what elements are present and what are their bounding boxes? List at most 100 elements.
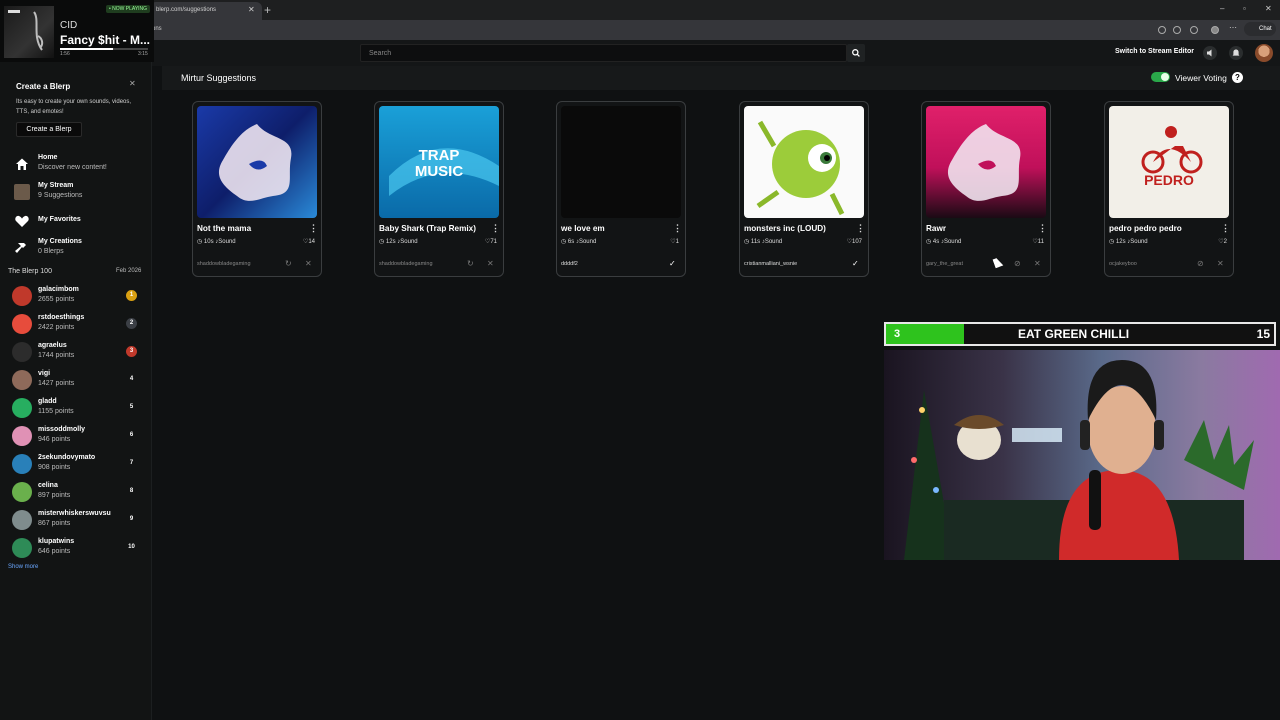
- close-tab-icon[interactable]: ✕: [248, 5, 255, 14]
- nav-title: My Stream: [38, 182, 74, 189]
- card-artwork[interactable]: [744, 106, 864, 218]
- more-options-icon[interactable]: ⋮: [673, 223, 682, 234]
- user-avatar[interactable]: [1255, 44, 1273, 62]
- clock-icon: ◷: [926, 239, 932, 245]
- help-icon[interactable]: ?: [1232, 72, 1243, 83]
- nav-item-my-creations[interactable]: My Creations 0 Blerps: [12, 238, 142, 262]
- suggestion-card[interactable]: Rawr ⋮ ◷ 4s ♪Sound ♡11 gary_the_great ⊘ ✕: [921, 101, 1051, 277]
- reject-icon[interactable]: ✕: [487, 259, 494, 268]
- browser-tab[interactable]: blerp.com/suggestions: [150, 2, 262, 20]
- goal-count: 3: [894, 328, 901, 340]
- card-likes: ♡14: [303, 238, 315, 245]
- goal-label: EAT GREEN CHILLI: [1018, 327, 1130, 341]
- create-panel-title: Create a Blerp: [16, 82, 71, 91]
- search-button[interactable]: [847, 44, 865, 62]
- nav-item-my-favorites[interactable]: My Favorites: [12, 211, 142, 235]
- leaderboard-points: 1427 points: [38, 380, 75, 387]
- leaderboard-row[interactable]: klupatwins 646 points 10: [10, 536, 140, 560]
- like-count: 107: [851, 239, 862, 245]
- card-likes: ♡11: [1032, 238, 1044, 245]
- more-options-icon[interactable]: ⋮: [1221, 223, 1230, 234]
- suggestion-card[interactable]: PEDRO pedro pedro pedro ⋮ ◷ 12s ♪Sound ♡2 ocj…: [1104, 101, 1234, 277]
- leaderboard-row[interactable]: 2sekundovymato 908 points 7: [10, 452, 140, 476]
- retry-icon[interactable]: ↻: [285, 259, 292, 268]
- menu-dots-icon[interactable]: ⋯: [1229, 23, 1237, 32]
- new-tab-icon[interactable]: +: [264, 3, 271, 17]
- address-bar[interactable]: ons ⋯: [0, 20, 1280, 40]
- reject-icon[interactable]: ✕: [1034, 259, 1041, 268]
- leaderboard-name: gladd: [38, 398, 57, 405]
- translate-icon[interactable]: [1158, 26, 1166, 34]
- avatar: [12, 482, 32, 502]
- avatar: [12, 510, 32, 530]
- card-artwork[interactable]: [561, 106, 681, 218]
- leaderboard-name: misterwhiskerswuvsu: [38, 510, 111, 517]
- nav-item-my-stream[interactable]: My Stream 9 Suggestions: [12, 182, 142, 206]
- volume-icon[interactable]: [1203, 46, 1217, 60]
- suggestion-card[interactable]: we love em ⋮ ◷ 6s ♪Sound ♡1 ddddf2 ✓: [556, 101, 686, 277]
- card-meta: ◷ 10s ♪Sound: [197, 238, 236, 245]
- card-suggester: cristianmalliani_wsnie: [744, 261, 798, 267]
- more-options-icon[interactable]: ⋮: [491, 223, 500, 234]
- reject-icon[interactable]: ✕: [305, 259, 312, 268]
- nav-title: My Creations: [38, 238, 82, 245]
- like-count: 14: [308, 239, 315, 245]
- create-blerp-button[interactable]: Create a Blerp: [16, 122, 82, 137]
- card-artwork[interactable]: [926, 106, 1046, 218]
- minimize-icon[interactable]: –: [1220, 4, 1224, 13]
- clock-icon: ◷: [197, 239, 203, 245]
- maximize-icon[interactable]: ▫: [1243, 4, 1246, 13]
- leaderboard-points: 1155 points: [38, 408, 74, 415]
- close-icon[interactable]: ✕: [129, 79, 136, 88]
- reject-icon[interactable]: ✕: [1217, 259, 1224, 268]
- block-icon[interactable]: ⊘: [1014, 259, 1021, 268]
- suggestion-card[interactable]: Not the mama ⋮ ◷ 10s ♪Sound ♡14 shaddowblade…: [192, 101, 322, 277]
- rank-badge: 3: [126, 346, 137, 357]
- leaderboard-row[interactable]: misterwhiskerswuvsu 867 points 9: [10, 508, 140, 532]
- card-artwork[interactable]: PEDRO: [1109, 106, 1229, 218]
- block-icon[interactable]: ⊘: [1197, 259, 1204, 268]
- more-options-icon[interactable]: ⋮: [856, 223, 865, 234]
- leaderboard-points: 867 points: [38, 520, 71, 527]
- card-artwork[interactable]: TRAP MUSIC: [379, 106, 499, 218]
- approved-check-icon[interactable]: ✓: [669, 259, 676, 268]
- leaderboard-row[interactable]: galacimbom 2655 points 1: [10, 284, 140, 308]
- art-text: PEDRO: [1144, 172, 1194, 188]
- goal-progress-bar: 3 EAT GREEN CHILLI 15: [884, 322, 1276, 346]
- profile-icon[interactable]: [1211, 26, 1219, 34]
- card-meta: ◷ 12s ♪Sound: [1109, 238, 1148, 245]
- stream-editor-link[interactable]: Switch to Stream Editor: [1115, 48, 1194, 55]
- more-options-icon[interactable]: ⋮: [1038, 223, 1047, 234]
- track-progress-fill: [60, 48, 113, 50]
- avatar: [12, 454, 32, 474]
- leaderboard-row[interactable]: rstdoesthings 2422 points 2: [10, 312, 140, 336]
- leaderboard-name: missoddmolly: [38, 426, 86, 433]
- like-count: 1: [675, 239, 679, 245]
- bell-icon[interactable]: [1229, 46, 1243, 60]
- card-suggester: ocjakeyboo: [1109, 261, 1137, 267]
- leaderboard-row[interactable]: gladd 1155 points 5: [10, 396, 140, 420]
- card-artwork[interactable]: [197, 106, 317, 218]
- search-input[interactable]: Search: [360, 44, 847, 62]
- card-title: pedro pedro pedro: [1109, 224, 1182, 233]
- suggestion-card[interactable]: monsters inc (LOUD) ⋮ ◷ 11s ♪Sound ♡107 cris…: [739, 101, 869, 277]
- show-more-link[interactable]: Show more: [8, 564, 38, 570]
- card-meta: ◷ 6s ♪Sound: [561, 238, 596, 245]
- retry-icon[interactable]: ↻: [467, 259, 474, 268]
- suggestion-card[interactable]: TRAP MUSIC Baby Shark (Trap Remix) ⋮ ◷ 12s …: [374, 101, 504, 277]
- card-meta: ◷ 4s ♪Sound: [926, 238, 961, 245]
- refresh-icon[interactable]: [1190, 26, 1198, 34]
- more-options-icon[interactable]: ⋮: [309, 223, 318, 234]
- leaderboard-row[interactable]: vigi 1427 points 4: [10, 368, 140, 392]
- approved-check-icon[interactable]: ✓: [852, 259, 859, 268]
- leaderboard-row[interactable]: missoddmolly 946 points 6: [10, 424, 140, 448]
- close-window-icon[interactable]: ✕: [1265, 4, 1272, 13]
- card-title: Not the mama: [197, 224, 252, 233]
- nav-item-home[interactable]: Home Discover new content!: [12, 154, 142, 178]
- avatar: [12, 286, 32, 306]
- star-icon[interactable]: [1173, 26, 1181, 34]
- chat-button[interactable]: Chat: [1244, 22, 1276, 36]
- leaderboard-row[interactable]: agraelus 1744 points 3: [10, 340, 140, 364]
- leaderboard-row[interactable]: celina 897 points 8: [10, 480, 140, 504]
- nav-subtitle: Discover new content!: [38, 164, 107, 171]
